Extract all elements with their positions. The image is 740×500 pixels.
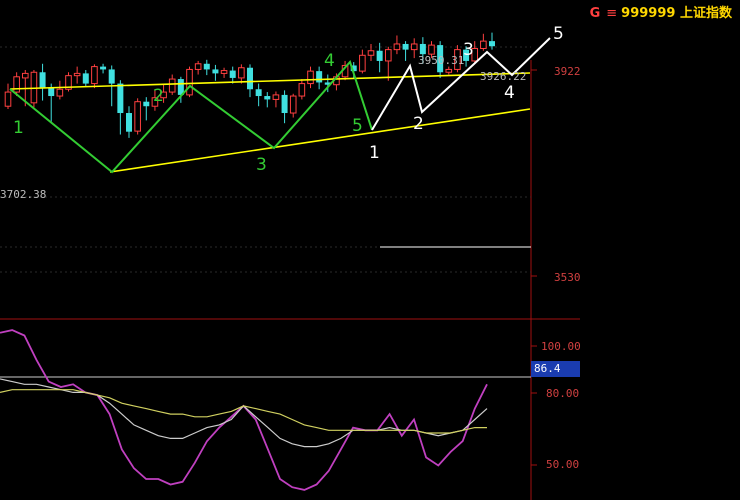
candle-body-4 [39,72,46,89]
wave-label-green-3: 3 [256,155,267,175]
candle-body-30 [264,96,271,100]
last-price-label: 3926.22 [480,70,527,83]
candle-body-16 [143,101,150,107]
wave-label-green-2: 2 [153,86,164,106]
oscillator-line-0 [0,329,488,491]
candle-body-42 [367,50,375,56]
instrument-name: 上证指数 [679,6,732,21]
candle-body-45 [393,43,401,51]
candle-body-1 [13,76,20,93]
candle-body-29 [255,89,262,97]
oscillator-last-value-tag: 86.4 [531,361,580,377]
wave-label-green-5: 5 [352,116,363,136]
candle-body-49 [428,44,435,55]
candle-body-33 [289,95,297,114]
candle-body-14 [126,113,132,132]
hamburger-icon[interactable]: ≡ [606,6,617,21]
candle-body-44 [384,49,392,62]
candle-body-51 [445,68,453,73]
candle-body-34 [298,83,306,97]
instrument-title: G ≡ 999999 上证指数 [590,2,732,21]
candle-body-32 [281,94,288,114]
candle-body-41 [359,54,366,72]
candle-body-21 [186,68,193,96]
candle-body-12 [108,69,115,84]
group-marker: G [589,6,601,21]
candle-body-56 [489,41,495,47]
candle-body-6 [56,88,64,97]
candle-body-22 [194,63,202,70]
y-label-3922: 3922 [554,65,581,78]
wave-label-green-1: 1 [13,118,24,138]
wave-label-white-3: 3 [463,40,474,60]
oscillator-line-2 [0,389,487,434]
oscillator-series [0,329,488,491]
candle-body-19 [168,78,176,93]
white-wave-path [371,37,551,131]
candle-body-2 [21,72,29,79]
candle-body-55 [480,40,487,49]
y-label-3530: 3530 [554,271,581,284]
candle-body-0 [4,91,12,107]
wave-label-white-4: 4 [504,83,515,103]
candle-body-36 [316,71,323,83]
y-label-80: 80.00 [546,387,580,400]
candle-body-8 [73,72,81,77]
candle-body-46 [402,43,409,50]
instrument-code: 999999 [621,6,676,21]
candle-body-26 [229,70,236,78]
candle-body-47 [410,43,418,51]
candle-body-48 [419,43,426,55]
wave-label-green-4: 4 [324,51,335,71]
candle-body-35 [307,70,314,85]
candle-body-31 [272,94,280,100]
y-label-50: 50.00 [546,458,580,471]
candle-body-11 [100,66,107,70]
candle-body-9 [82,73,89,84]
market-chart [0,32,580,500]
candle-body-13 [117,83,124,114]
oscillator-line-1 [0,378,488,448]
candle-body-15 [134,101,141,132]
candle-body-5 [48,88,55,97]
candle-body-10 [91,66,98,85]
candle-body-28 [247,67,253,90]
candle-body-23 [203,63,210,70]
wave-label-white-5: 5 [553,24,564,44]
wave-label-white-1: 1 [369,143,380,163]
candle-body-43 [376,50,383,61]
candle-body-25 [220,70,228,74]
lower-trendline [109,108,531,173]
wave-label-white-2: 2 [413,114,424,134]
y-label-100: 100.00 [541,340,581,353]
low-price-label: 3702.38 [0,188,47,201]
candle-body-27 [238,67,245,79]
candle-body-24 [212,69,219,74]
high-price-label: 3950.31 [418,54,465,67]
